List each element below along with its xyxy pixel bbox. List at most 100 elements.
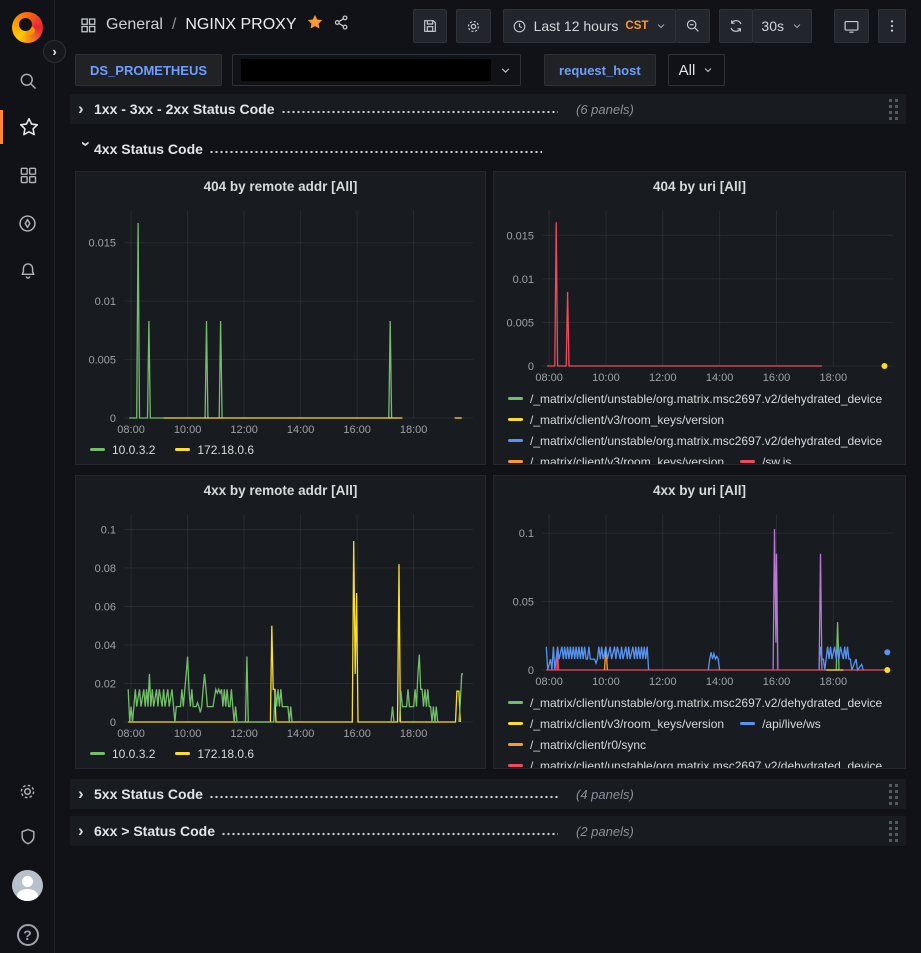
y-axis-tick: 0.005	[88, 355, 116, 367]
variable-label-ds-prometheus[interactable]: DS_PROMETHEUS	[75, 54, 222, 86]
apps-grid-icon	[79, 16, 97, 34]
series-line	[708, 652, 719, 670]
chevron-right-icon: ›	[52, 44, 56, 59]
expand-sidebar-button[interactable]: ›	[43, 40, 66, 63]
row-drag-handle[interactable]	[889, 99, 898, 120]
share-button[interactable]	[333, 14, 350, 36]
time-series-chart[interactable]: 00.050.108:0010:0012:0014:0016:0018:00	[494, 504, 905, 690]
legend-item[interactable]: 172.18.0.6	[175, 743, 254, 764]
star-icon	[18, 116, 40, 138]
legend-item[interactable]: 10.0.3.2	[90, 743, 155, 764]
refresh-group: 30s	[719, 9, 812, 43]
series-line	[128, 657, 292, 723]
legend-item[interactable]: /sw.js	[740, 451, 791, 464]
legend-item[interactable]: /_matrix/client/v3/room_keys/version	[508, 451, 724, 464]
time-series-chart[interactable]: 00.0050.010.01508:0010:0012:0014:0016:00…	[494, 200, 905, 386]
legend-item[interactable]: /_matrix/client/r0/sync	[508, 734, 646, 755]
sidebar-item-admin[interactable]	[0, 820, 55, 854]
star-filled-icon	[306, 13, 324, 31]
time-series-chart[interactable]: 00.0050.010.01508:0010:0012:0014:0016:00…	[76, 200, 485, 438]
variable-label-request-host[interactable]: request_host	[544, 54, 656, 86]
breadcrumb-dashboard-title[interactable]: NGINX PROXY	[185, 16, 296, 34]
chart-canvas: 00.0050.010.01508:0010:0012:0014:0016:00…	[76, 200, 485, 438]
breadcrumb-section[interactable]: General	[106, 16, 163, 34]
refresh-interval-dropdown[interactable]: 30s	[753, 9, 812, 43]
legend-item[interactable]: /_matrix/client/unstable/org.matrix.msc2…	[508, 430, 882, 451]
dotted-leader	[209, 795, 558, 799]
chevron-right-icon: ›	[78, 821, 94, 841]
legend-series-label: 172.18.0.6	[197, 747, 254, 761]
legend-series-label: /_matrix/client/unstable/org.matrix.msc2…	[530, 392, 882, 406]
x-axis-tick: 10:00	[592, 372, 620, 384]
legend-item[interactable]: 10.0.3.2	[90, 439, 155, 460]
legend-item[interactable]: /_matrix/client/v3/room_keys/version	[508, 409, 724, 430]
chevron-right-icon: ›	[78, 784, 94, 804]
zoom-out-time-button[interactable]	[676, 9, 710, 43]
legend-item[interactable]: /_matrix/client/v3/room_keys/version	[508, 713, 724, 734]
row-panel-count: (6 panels)	[576, 102, 634, 117]
cycle-view-mode-button[interactable]	[834, 9, 869, 43]
x-axis-tick: 18:00	[820, 676, 848, 688]
refresh-button[interactable]	[719, 9, 753, 43]
panel-title[interactable]: 4xx by uri [All]	[494, 476, 905, 504]
row-drag-handle[interactable]	[889, 821, 898, 842]
clock-icon	[512, 19, 527, 34]
time-range-label: Last 12 hours	[534, 18, 619, 34]
sidebar-item-alerting[interactable]	[0, 254, 55, 288]
chevron-down-icon	[655, 20, 667, 32]
variable-value-request-host[interactable]: All	[668, 54, 726, 86]
favorite-star-button[interactable]	[306, 13, 324, 36]
save-dashboard-button[interactable]	[413, 9, 447, 43]
row-header-6xx[interactable]: › 6xx > Status Code (2 panels)	[70, 816, 906, 846]
row-header-4xx[interactable]: › 4xx Status Code	[70, 136, 906, 162]
legend-item[interactable]: /_matrix/client/unstable/org.matrix.msc2…	[508, 388, 882, 409]
y-axis-tick: 0.01	[513, 274, 534, 286]
legend-series-swatch	[175, 752, 190, 756]
series-line	[819, 647, 863, 670]
legend-series-label: /_matrix/client/v3/room_keys/version	[530, 413, 724, 427]
redacted-value	[241, 59, 491, 81]
time-range-button[interactable]: Last 12 hours CST	[503, 9, 677, 43]
variable-value-ds-prometheus[interactable]	[232, 54, 521, 86]
sidebar-item-configuration[interactable]	[0, 774, 55, 808]
panel-title[interactable]: 404 by uri [All]	[494, 172, 905, 200]
legend-series-swatch	[740, 722, 755, 726]
legend-series-swatch	[508, 460, 523, 464]
legend-series-label: /_matrix/client/v3/room_keys/version	[530, 717, 724, 731]
dashboard-header: General / NGINX PROXY	[55, 0, 921, 52]
more-options-button[interactable]	[878, 9, 906, 43]
sidebar-item-help[interactable]: ?	[0, 918, 55, 952]
x-axis-tick: 12:00	[230, 728, 258, 740]
legend-item[interactable]: 172.18.0.6	[175, 439, 254, 460]
sidebar-item-starred[interactable]	[0, 110, 55, 144]
dashboard-settings-button[interactable]	[456, 9, 491, 43]
x-axis-tick: 10:00	[592, 676, 620, 688]
sidebar-item-search[interactable]	[0, 64, 55, 98]
x-axis-tick: 16:00	[763, 676, 791, 688]
legend-item[interactable]: /_matrix/client/unstable/org.matrix.msc2…	[508, 755, 882, 768]
x-axis-tick: 08:00	[535, 372, 563, 384]
legend-series-swatch	[740, 460, 755, 464]
legend-item[interactable]: /_matrix/client/unstable/org.matrix.msc2…	[508, 692, 882, 713]
y-axis-tick: 0.015	[506, 230, 534, 242]
time-series-chart[interactable]: 00.020.040.060.080.108:0010:0012:0014:00…	[76, 504, 485, 742]
y-axis-tick: 0.05	[513, 597, 534, 609]
sidebar-item-dashboards[interactable]	[0, 158, 55, 192]
x-axis-tick: 18:00	[400, 424, 428, 436]
legend-series-swatch	[90, 752, 105, 756]
legend-item[interactable]: /api/live/ws	[740, 713, 821, 734]
save-icon	[422, 18, 438, 34]
panel-title[interactable]: 4xx by remote addr [All]	[76, 476, 485, 504]
row-header-1xx-3xx-2xx[interactable]: › 1xx - 3xx - 2xx Status Code (6 panels)	[70, 94, 906, 124]
y-axis-tick: 0.06	[95, 601, 116, 613]
row-title: 6xx > Status Code	[94, 823, 215, 839]
row-header-5xx[interactable]: › 5xx Status Code (4 panels)	[70, 779, 906, 809]
grafana-logo[interactable]	[12, 12, 43, 43]
panel-title[interactable]: 404 by remote addr [All]	[76, 172, 485, 200]
series-line	[129, 223, 164, 418]
sidebar-item-explore[interactable]	[0, 206, 55, 240]
row-drag-handle[interactable]	[889, 784, 898, 805]
sidebar-item-profile[interactable]	[0, 868, 55, 902]
x-axis-tick: 14:00	[706, 372, 734, 384]
y-axis-tick: 0.005	[506, 317, 534, 329]
